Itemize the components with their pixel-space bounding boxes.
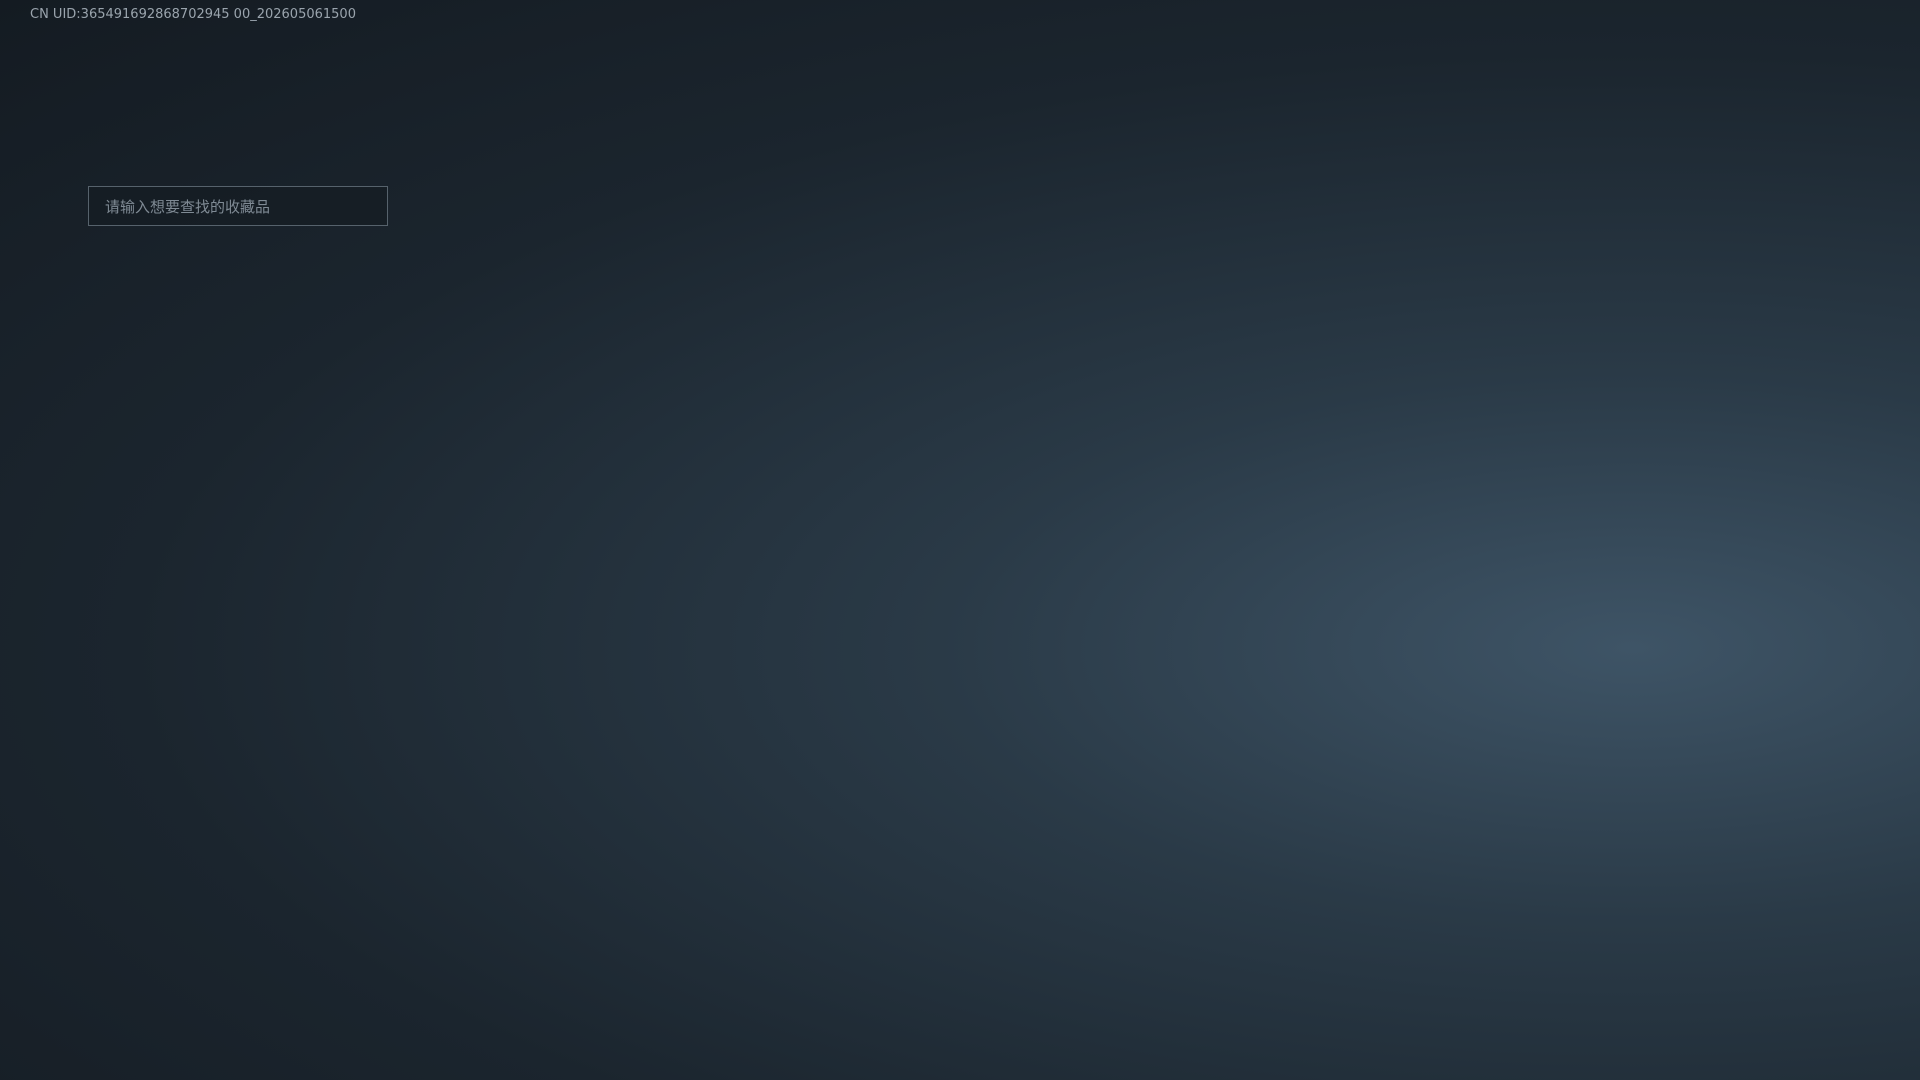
search-input[interactable]: 请输入想要查找的收藏品: [88, 186, 388, 226]
uid-text: CN UID:365491692868702945 00_20260506150…: [30, 7, 356, 22]
